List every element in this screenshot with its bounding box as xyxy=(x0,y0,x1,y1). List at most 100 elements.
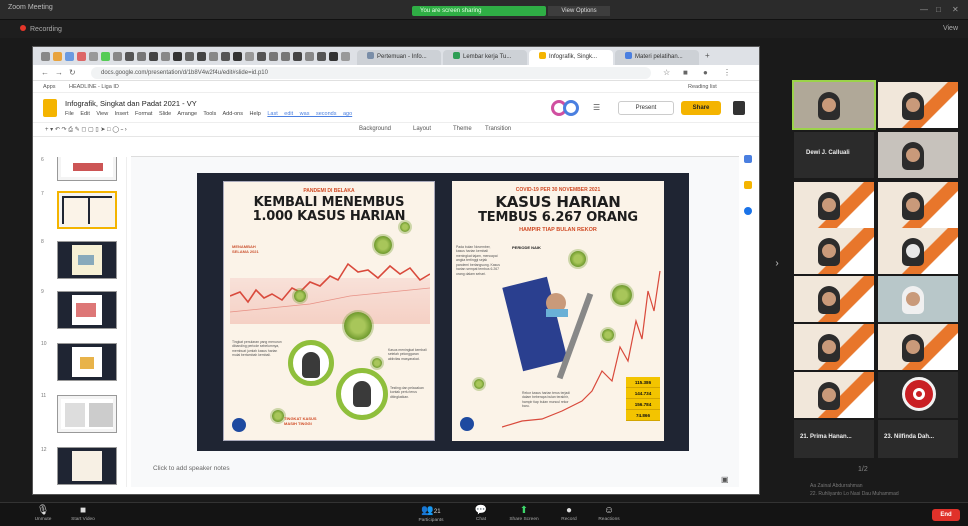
pinned-tab-icon[interactable] xyxy=(149,52,158,61)
slides-logo-icon[interactable] xyxy=(43,99,57,117)
pinned-tab-icon[interactable] xyxy=(197,52,206,61)
chat-button[interactable]: 💬 Chat xyxy=(466,505,496,522)
participants-button[interactable]: 👥21 Participants xyxy=(414,505,448,523)
slide-thumbnail[interactable] xyxy=(57,241,117,279)
extensions-icon[interactable]: ■ xyxy=(683,68,688,77)
participant-tile[interactable] xyxy=(878,132,958,178)
speaker-notes[interactable]: Click to add speaker notes xyxy=(153,465,230,472)
slide-thumbnail[interactable] xyxy=(57,291,117,329)
star-icon[interactable]: ☆ xyxy=(663,68,670,77)
gallery-page-indicator[interactable]: 1/2 xyxy=(858,466,868,473)
pinned-tab-icon[interactable] xyxy=(305,52,314,61)
layout-button[interactable]: Layout xyxy=(413,126,431,132)
explore-icon[interactable]: ▣ xyxy=(721,475,729,484)
theme-button[interactable]: Theme xyxy=(453,126,472,132)
infographic-poster-left[interactable]: PANDEMI DI BELAKA KEMBALI MENEMBUS 1.000… xyxy=(223,181,435,441)
present-button[interactable]: Present xyxy=(618,101,674,115)
participant-tile-active[interactable] xyxy=(792,80,876,130)
browser-tab-active[interactable]: Infografik, Singk... xyxy=(529,50,613,65)
menu-bar[interactable]: File Edit View Insert Format Slide Arran… xyxy=(65,111,352,117)
pinned-tab-icon[interactable] xyxy=(173,52,182,61)
maximize-icon[interactable]: □ xyxy=(936,5,941,14)
pinned-tab-icon[interactable] xyxy=(317,52,326,61)
keep-icon[interactable] xyxy=(744,181,752,189)
pinned-tab-icon[interactable] xyxy=(293,52,302,61)
back-icon[interactable]: ← xyxy=(41,68,49,77)
calendar-icon[interactable] xyxy=(744,155,752,163)
browser-tab[interactable]: Pertemuan - Info... xyxy=(357,50,441,65)
comments-icon[interactable]: ☰ xyxy=(593,103,600,112)
participant-tile[interactable] xyxy=(794,324,874,370)
participant-tile[interactable]: 23. Nilfinda Dah... xyxy=(878,420,958,458)
participant-tile[interactable] xyxy=(794,182,874,228)
bookmark-item[interactable]: HEADLINE - Liga ID xyxy=(69,84,119,90)
slide-canvas[interactable]: PANDEMI DI BELAKA KEMBALI MENEMBUS 1.000… xyxy=(131,157,739,487)
pinned-tab-icon[interactable] xyxy=(281,52,290,61)
participant-tile[interactable] xyxy=(878,182,958,228)
share-button[interactable]: Share xyxy=(681,101,721,115)
participant-tile[interactable] xyxy=(794,372,874,418)
pinned-tab-icon[interactable] xyxy=(89,52,98,61)
pinned-tab-icon[interactable] xyxy=(269,52,278,61)
pinned-tab-icon[interactable] xyxy=(245,52,254,61)
unmute-button[interactable]: 🎙 Unmute xyxy=(26,505,60,522)
view-menu[interactable]: View xyxy=(943,25,958,32)
pinned-tab-icon[interactable] xyxy=(221,52,230,61)
pinned-tab-icon[interactable] xyxy=(257,52,266,61)
infographic-poster-right[interactable]: COVID-19 PER 30 NOVEMBER 2021 KASUS HARI… xyxy=(452,181,664,441)
pinned-tab-icon[interactable] xyxy=(185,52,194,61)
participant-tile[interactable] xyxy=(878,82,958,128)
tab-search-icon[interactable] xyxy=(41,52,50,61)
minimize-icon[interactable]: — xyxy=(920,5,928,14)
participant-tile[interactable]: 21. Prima Hanan... xyxy=(794,420,874,458)
tasks-icon[interactable] xyxy=(744,207,752,215)
pinned-tab-icon[interactable] xyxy=(233,52,242,61)
pinned-tab-icon[interactable] xyxy=(101,52,110,61)
url-input[interactable]: docs.google.com/presentation/d/1b8V4w2f4… xyxy=(91,67,651,79)
browser-tab[interactable]: Materi pelatihan... xyxy=(615,50,699,65)
pinned-tab-icon[interactable] xyxy=(113,52,122,61)
slide-thumbnail-selected[interactable] xyxy=(57,191,117,229)
slide-thumbnail[interactable] xyxy=(57,157,117,181)
browser-tab[interactable]: Lembar kerja Tu... xyxy=(443,50,527,65)
participant-tile[interactable] xyxy=(878,276,958,322)
pinned-tab-icon[interactable] xyxy=(137,52,146,61)
document-title[interactable]: Infografik, Singkat dan Padat 2021 - VY xyxy=(65,99,197,108)
participant-tile[interactable] xyxy=(878,228,958,274)
transition-button[interactable]: Transition xyxy=(485,126,511,132)
pinned-tab-icon[interactable] xyxy=(341,52,350,61)
close-icon[interactable]: ✕ xyxy=(952,5,959,14)
pinned-tab-icon[interactable] xyxy=(53,52,62,61)
pinned-tab-icon[interactable] xyxy=(209,52,218,61)
collaborator-avatar[interactable] xyxy=(563,100,579,116)
start-video-button[interactable]: ■ Start Video xyxy=(66,505,100,522)
background-button[interactable]: Background xyxy=(359,126,391,132)
participant-tile[interactable] xyxy=(878,324,958,370)
reading-list[interactable]: Reading list xyxy=(688,84,717,90)
slide-thumbnail[interactable] xyxy=(57,447,117,485)
pinned-tab-icon[interactable] xyxy=(125,52,134,61)
reactions-button[interactable]: ☺ Reactions xyxy=(592,505,626,522)
record-button[interactable]: ● Record xyxy=(554,505,584,522)
pinned-tab-icon[interactable] xyxy=(161,52,170,61)
menu-dots-icon[interactable]: ⋮ xyxy=(723,68,731,77)
profile-icon[interactable]: ● xyxy=(703,68,708,77)
participant-tile[interactable] xyxy=(794,276,874,322)
slide-thumbnail[interactable] xyxy=(57,395,117,433)
user-avatar[interactable] xyxy=(733,101,745,115)
slide-thumbnail[interactable] xyxy=(57,343,117,381)
forward-icon[interactable]: → xyxy=(55,68,63,77)
collapse-gallery-icon[interactable]: › xyxy=(770,258,784,276)
pinned-tab-icon[interactable] xyxy=(77,52,86,61)
share-screen-button[interactable]: ⬆ Share Screen xyxy=(504,505,544,522)
participant-tile[interactable]: Dewi J. Calluali xyxy=(794,132,874,178)
participant-tile[interactable] xyxy=(794,228,874,274)
bookmark-item[interactable]: Apps xyxy=(43,84,56,90)
toolbar-icons[interactable]: + ▾ ↶ ↷ ⎙ ✎ ◻ ▢ ▯ ➤ □ ◯ ⎯ › xyxy=(45,126,127,134)
new-tab-icon[interactable]: + xyxy=(705,51,710,60)
view-options-button[interactable]: View Options xyxy=(548,6,610,16)
reload-icon[interactable]: ↻ xyxy=(69,68,76,77)
slide[interactable]: PANDEMI DI BELAKA KEMBALI MENEMBUS 1.000… xyxy=(197,173,689,451)
pinned-tab-icon[interactable] xyxy=(65,52,74,61)
pinned-tab-icon[interactable] xyxy=(329,52,338,61)
